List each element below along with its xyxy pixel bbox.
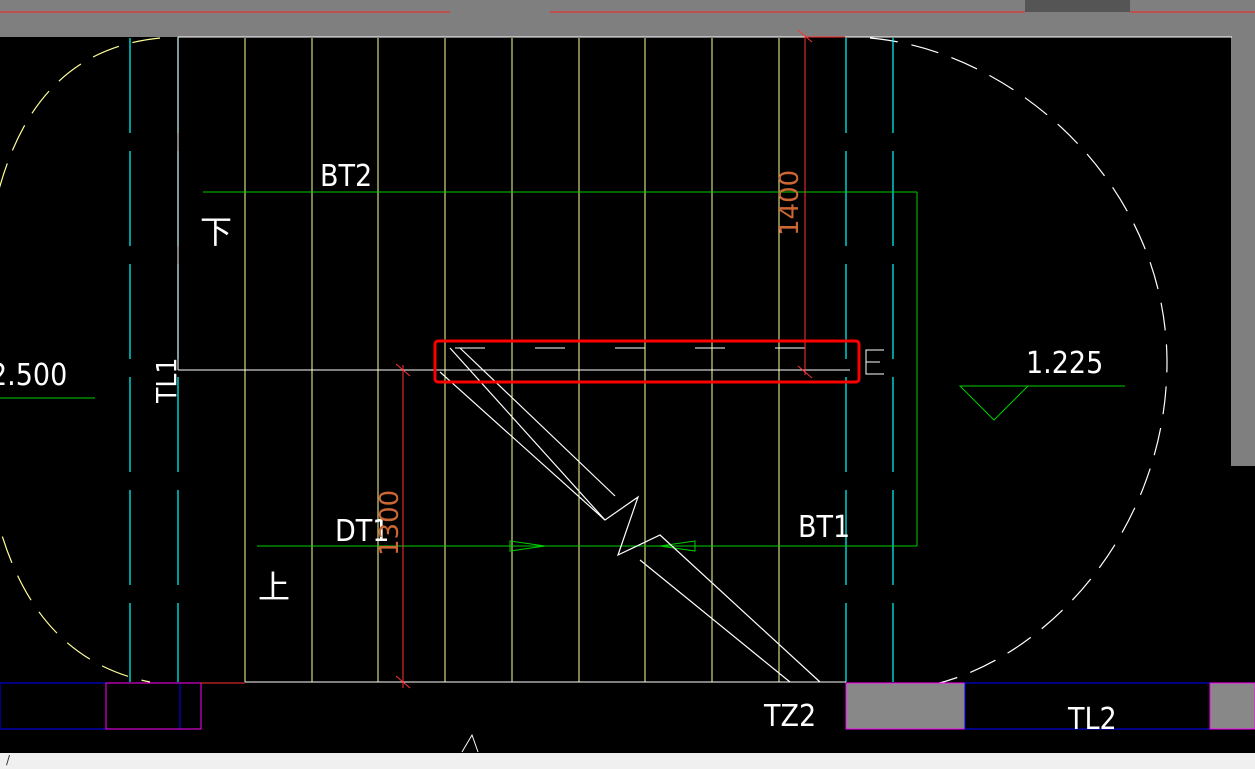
dashed-arc-right xyxy=(869,37,1168,691)
label-tl2: TL2 xyxy=(1067,702,1117,737)
triangle-level-icon xyxy=(958,385,1030,421)
bracket-mark xyxy=(865,349,884,375)
bottom-magenta-box-left xyxy=(105,682,202,730)
status-bar: / xyxy=(0,753,1255,769)
label-down: 下 xyxy=(200,213,232,251)
bottom-gray-fill-center xyxy=(845,682,966,730)
label-up: 上 xyxy=(258,568,290,606)
label-tl1: TL1 xyxy=(150,358,183,404)
dimension-text-bottom: 1300 xyxy=(375,490,405,556)
label-tz2: TZ2 xyxy=(763,699,816,734)
top-frame-dark-block xyxy=(1025,0,1130,12)
dimension-text-top: 1400 xyxy=(775,170,805,236)
label-bt1: BT1 xyxy=(798,510,850,545)
bottom-caret-mark xyxy=(461,733,479,753)
right-frame-strip xyxy=(1233,37,1255,466)
selection-highlight-box[interactable] xyxy=(433,339,861,384)
dimension-lines xyxy=(395,29,845,689)
label-level-left: 2.500 xyxy=(0,358,67,393)
status-text: / xyxy=(6,753,11,767)
break-line xyxy=(439,347,821,683)
stair-treads xyxy=(244,38,780,682)
label-level-right: 1.225 xyxy=(1026,346,1103,381)
bottom-gray-fill-right xyxy=(1209,682,1255,730)
bottom-band-left xyxy=(0,682,181,730)
cad-drawing-canvas[interactable]: BT2 下 2.500 TL1 DT1 上 BT1 1.225 TZ2 TL2 … xyxy=(0,0,1255,769)
label-bt2: BT2 xyxy=(320,159,372,194)
